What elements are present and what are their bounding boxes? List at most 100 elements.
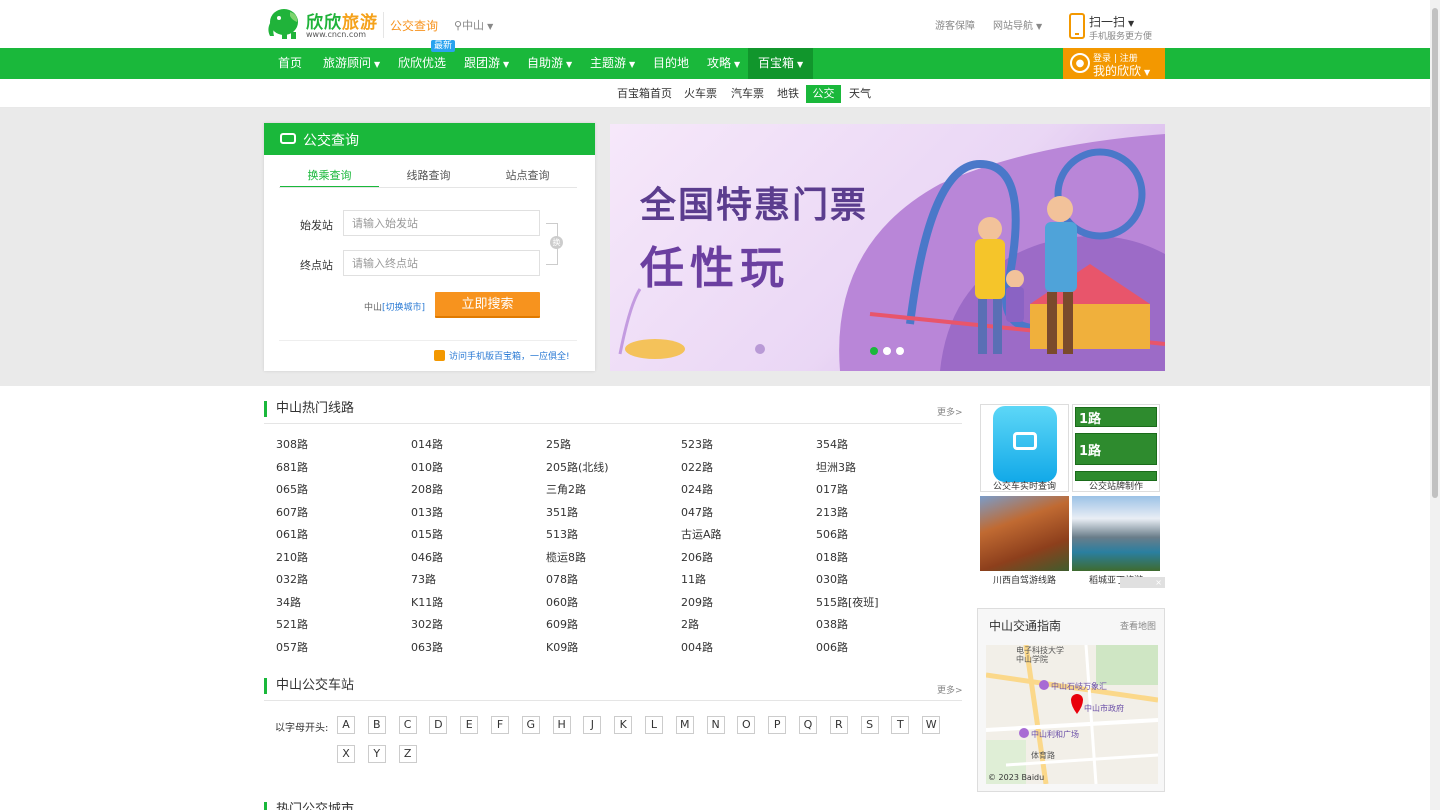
letter-index-button[interactable]: R [829, 716, 848, 734]
letter-index-button[interactable]: A [337, 716, 355, 734]
letter-index-button[interactable]: J [583, 716, 602, 734]
route-link[interactable]: 061路 [276, 526, 308, 542]
bus-sign-promo[interactable]: 1路 1路 公交站牌制作 [1072, 404, 1160, 492]
tab-transfer[interactable]: 换乘查询 [280, 167, 379, 188]
sichuan-west-photo[interactable] [980, 496, 1069, 571]
route-link[interactable]: 038路 [816, 616, 848, 632]
letter-index-button[interactable]: D [429, 716, 448, 734]
nav-item-toolbox[interactable]: 百宝箱 ▼ [748, 48, 814, 79]
my-account[interactable]: 我的欣欣 ▼ [1093, 62, 1150, 79]
route-link[interactable]: 73路 [411, 571, 436, 587]
daocheng-yading-photo[interactable] [1072, 496, 1160, 571]
route-link[interactable]: 308路 [276, 436, 308, 452]
route-link[interactable]: 006路 [816, 639, 848, 655]
tab-station[interactable]: 站点查询 [478, 167, 577, 188]
letter-index-button[interactable]: Y [367, 745, 386, 763]
nav-item-destination[interactable]: 目的地 [643, 48, 699, 79]
realtime-bus-app-promo[interactable]: 公交车实时查询 [980, 404, 1069, 492]
page-scrollbar[interactable] [1430, 0, 1440, 810]
route-link[interactable]: 017路 [816, 481, 848, 497]
tab-route[interactable]: 线路查询 [379, 167, 478, 188]
route-link[interactable]: 513路 [546, 526, 578, 542]
carousel-dot[interactable] [883, 347, 891, 355]
route-link[interactable]: 206路 [681, 549, 713, 565]
route-link[interactable]: 506路 [816, 526, 848, 542]
route-link[interactable]: 065路 [276, 481, 308, 497]
route-link[interactable]: 024路 [681, 481, 713, 497]
route-link[interactable]: 515路[夜班] [816, 594, 879, 610]
nav-item-group-tour[interactable]: 跟团游 ▼ [454, 48, 519, 79]
promo-banner[interactable]: 全国特惠门票 任性玩 [610, 124, 1165, 371]
letter-index-button[interactable]: M [675, 716, 694, 734]
letter-index-button[interactable]: N [706, 716, 725, 734]
route-link[interactable]: 078路 [546, 571, 578, 587]
route-link[interactable]: 521路 [276, 616, 308, 632]
route-link[interactable]: 004路 [681, 639, 713, 655]
route-link[interactable]: 022路 [681, 459, 713, 475]
route-link[interactable]: 坦洲3路 [816, 459, 856, 475]
route-link[interactable]: 208路 [411, 481, 443, 497]
site-logo[interactable]: 欣欣旅游 www.cncn.com [264, 5, 378, 41]
route-link[interactable]: 302路 [411, 616, 443, 632]
subnav-metro[interactable]: 地铁 [773, 85, 803, 103]
carousel-dot[interactable] [896, 347, 904, 355]
hot-routes-more-link[interactable]: 更多> [937, 405, 963, 418]
subnav-bus[interactable]: 公交 [806, 85, 841, 103]
route-link[interactable]: 060路 [546, 594, 578, 610]
route-link[interactable]: 015路 [411, 526, 443, 542]
letter-index-button[interactable]: T [891, 716, 910, 734]
letter-index-button[interactable]: P [768, 716, 787, 734]
letter-index-button[interactable]: E [460, 716, 479, 734]
route-link[interactable]: 607路 [276, 504, 308, 520]
letter-index-button[interactable]: K [614, 716, 633, 734]
end-station-input[interactable] [343, 250, 540, 276]
letter-index-button[interactable]: W [922, 716, 941, 734]
route-link[interactable]: 057路 [276, 639, 308, 655]
route-link[interactable]: 609路 [546, 616, 578, 632]
letter-index-button[interactable]: O [737, 716, 756, 734]
ad-close-button[interactable]: × [1120, 577, 1165, 588]
nav-item-theme-tour[interactable]: 主题游 ▼ [580, 48, 645, 79]
letter-index-button[interactable]: S [860, 716, 879, 734]
carousel-dot[interactable] [870, 347, 878, 355]
scan-menu[interactable]: 扫一扫 ▼ [1089, 13, 1134, 30]
route-link[interactable]: 古运A路 [681, 526, 722, 542]
route-link[interactable]: 210路 [276, 549, 308, 565]
route-link[interactable]: 018路 [816, 549, 848, 565]
letter-index-button[interactable]: Z [398, 745, 417, 763]
letter-index-button[interactable]: H [552, 716, 571, 734]
route-link[interactable]: 681路 [276, 459, 308, 475]
route-link[interactable]: 榄运8路 [546, 549, 586, 565]
route-link[interactable]: 014路 [411, 436, 443, 452]
route-link[interactable]: 205路(北线) [546, 459, 609, 475]
route-link[interactable]: 213路 [816, 504, 848, 520]
start-station-input[interactable] [343, 210, 540, 236]
route-link[interactable]: 047路 [681, 504, 713, 520]
route-link[interactable]: 351路 [546, 504, 578, 520]
route-link[interactable]: K11路 [411, 594, 443, 610]
user-menu[interactable]: ● 登录 | 注册 我的欣欣 ▼ [1063, 48, 1165, 79]
tourist-guarantee-link[interactable]: 游客保障 [935, 17, 975, 32]
view-map-link[interactable]: 查看地图 [1120, 619, 1156, 632]
mobile-version-link[interactable]: 访问手机版百宝箱，一应俱全! [434, 349, 570, 362]
route-link[interactable]: 三角2路 [546, 481, 586, 497]
subnav-coach[interactable]: 汽车票 [727, 85, 768, 103]
nav-item-consultant[interactable]: 旅游顾问 ▼ [313, 48, 390, 79]
photo-caption[interactable]: 川西自驾游线路 [980, 573, 1069, 586]
route-link[interactable]: 209路 [681, 594, 713, 610]
route-link[interactable]: 010路 [411, 459, 443, 475]
route-link[interactable]: 34路 [276, 594, 301, 610]
letter-index-button[interactable]: B [367, 716, 386, 734]
nav-item-home[interactable]: 首页 [268, 48, 312, 79]
route-link[interactable]: 046路 [411, 549, 443, 565]
search-button[interactable]: 立即搜索 [435, 292, 540, 318]
nav-item-self-guided[interactable]: 自助游 ▼ [517, 48, 582, 79]
switch-city-link[interactable]: [切换城市] [382, 303, 425, 313]
scrollbar-thumb[interactable] [1432, 8, 1438, 498]
route-link[interactable]: 11路 [681, 571, 706, 587]
letter-index-button[interactable]: Q [799, 716, 817, 734]
subnav-train[interactable]: 火车票 [680, 85, 721, 103]
route-link[interactable]: 354路 [816, 436, 848, 452]
route-link[interactable]: 030路 [816, 571, 848, 587]
nav-item-selected[interactable]: 欣欣优选 [388, 48, 456, 79]
